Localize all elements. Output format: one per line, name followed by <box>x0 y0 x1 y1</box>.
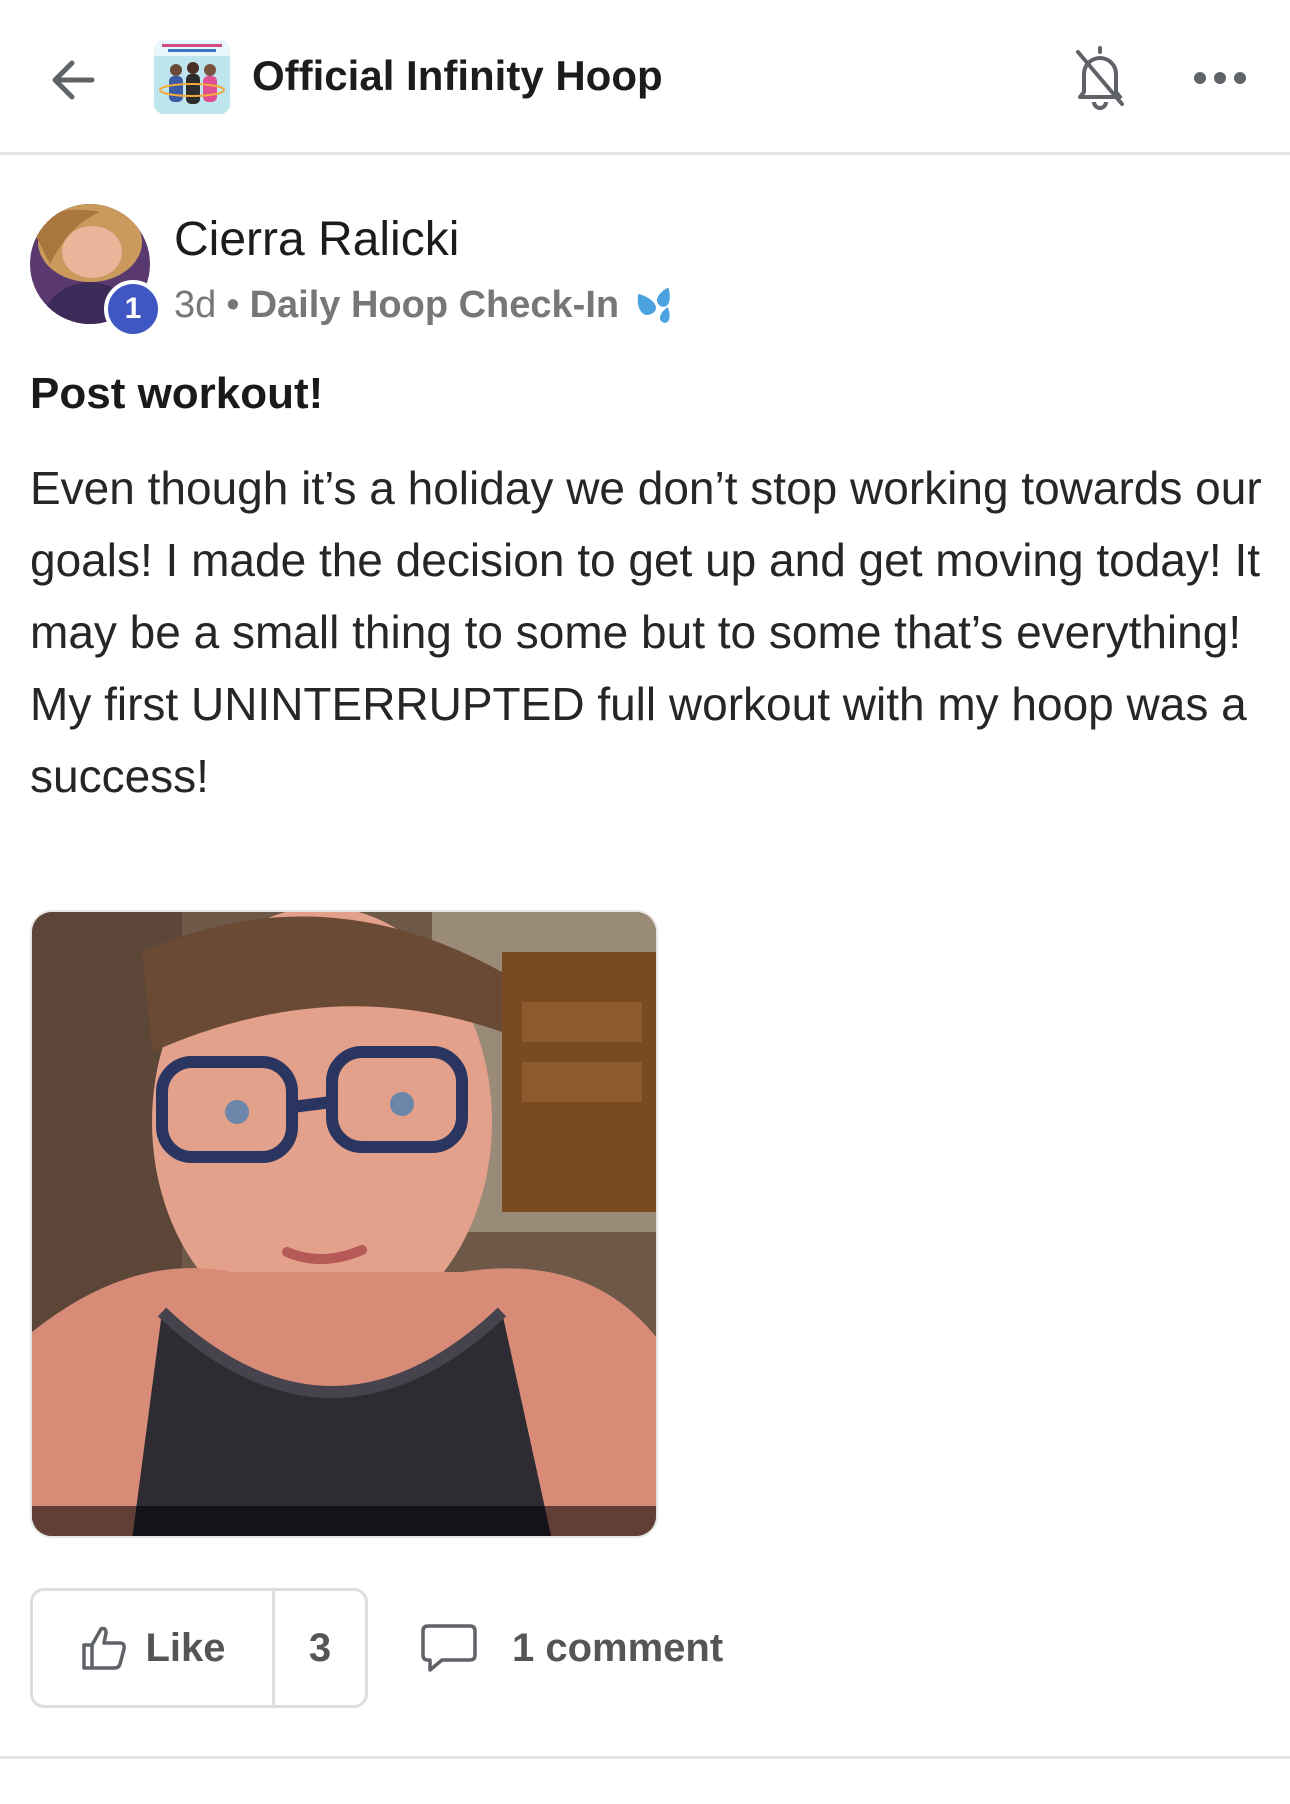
notifications-button[interactable] <box>1070 42 1130 112</box>
back-arrow-icon <box>52 60 95 100</box>
more-horizontal-icon <box>1194 72 1246 84</box>
post-time: 3d <box>174 284 217 326</box>
comment-label: 1 comment <box>512 1625 724 1670</box>
sweat-droplets-icon <box>637 287 670 323</box>
thumbs-up-icon <box>82 1626 127 1670</box>
like-count[interactable]: 3 <box>275 1591 365 1705</box>
comment-button[interactable]: 1 comment <box>420 1610 723 1686</box>
back-button[interactable] <box>44 50 104 110</box>
author-name[interactable]: Cierra Ralicki <box>174 212 459 268</box>
post-body: Even though it’s a holiday we don’t stop… <box>30 462 1262 802</box>
meta-separator: • <box>226 284 240 326</box>
like-group: Like 3 <box>30 1588 368 1708</box>
speech-bubble-icon <box>421 1624 477 1672</box>
post-title: Post workout! <box>30 369 324 418</box>
group-title: Official Infinity Hoop <box>252 52 663 99</box>
app-header: Official Infinity Hoop <box>0 0 1290 155</box>
more-options-button[interactable] <box>1190 60 1250 96</box>
group-avatar[interactable] <box>154 40 230 114</box>
post-photo[interactable] <box>30 910 658 1538</box>
divider <box>0 1756 1290 1759</box>
group-cover-image <box>154 40 230 114</box>
post-meta: 3d • Daily Hoop Check-In <box>174 280 679 330</box>
bell-off-icon <box>1076 46 1124 110</box>
level-badge: 1 <box>104 280 162 338</box>
post-photo-image <box>32 912 656 1536</box>
like-button[interactable]: Like <box>33 1591 275 1705</box>
channel-link[interactable]: Daily Hoop Check-In <box>250 280 620 330</box>
like-label: Like <box>145 1625 226 1670</box>
